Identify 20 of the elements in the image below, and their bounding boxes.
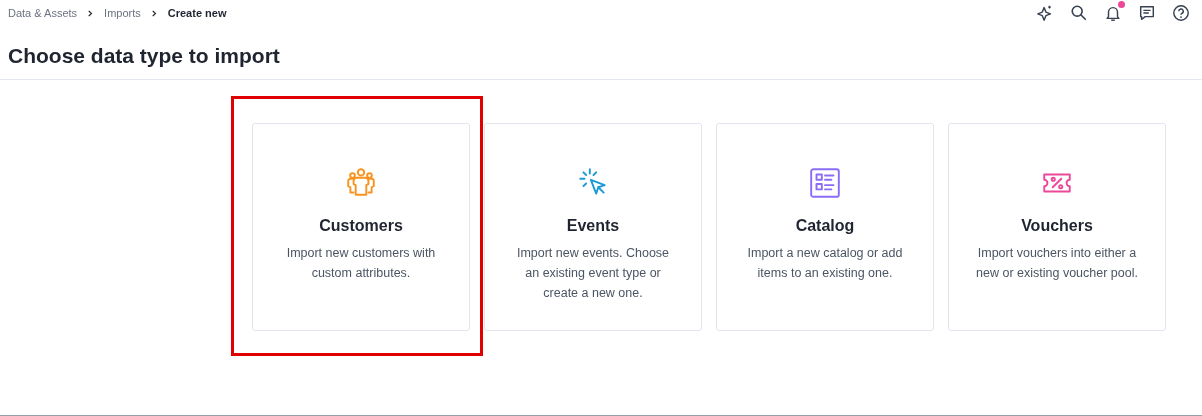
card-description: Import new customers with custom attributes. — [285, 245, 437, 282]
bell-icon[interactable] — [1104, 3, 1124, 23]
card-title: Catalog — [795, 216, 855, 236]
help-icon[interactable] — [1172, 3, 1192, 23]
import-type-card[interactable]: Events Import new events. Choose an existing event type or create a new one. — [484, 123, 702, 331]
breadcrumb-link[interactable]: Data & Assets — [8, 7, 78, 19]
breadcrumb-link[interactable]: Imports — [104, 7, 141, 19]
card-description: Import vouchers into either a new or existing voucher pool. — [975, 245, 1139, 282]
chevron-icon — [87, 9, 95, 17]
card-description: Import new events. Choose an existing event type or create a new one. — [515, 245, 671, 302]
card-title: Customers — [319, 216, 403, 236]
import-type-card[interactable]: Catalog Import a new catalog or add items to an existing one. — [716, 123, 934, 331]
card-title: Vouchers — [1021, 216, 1093, 236]
chevron-icon — [150, 9, 158, 17]
import-type-card[interactable]: Vouchers Import vouchers into either a new or existing voucher pool. — [948, 123, 1166, 331]
page-title: Choose data type to import — [8, 43, 281, 69]
card-description: Import a new catalog or add items to an existing one. — [746, 245, 904, 282]
breadcrumb-current: Create new — [167, 7, 227, 19]
card-title: Events — [566, 216, 620, 236]
import-type-card[interactable]: Customers Import new customers with custom attributes. — [252, 123, 470, 331]
